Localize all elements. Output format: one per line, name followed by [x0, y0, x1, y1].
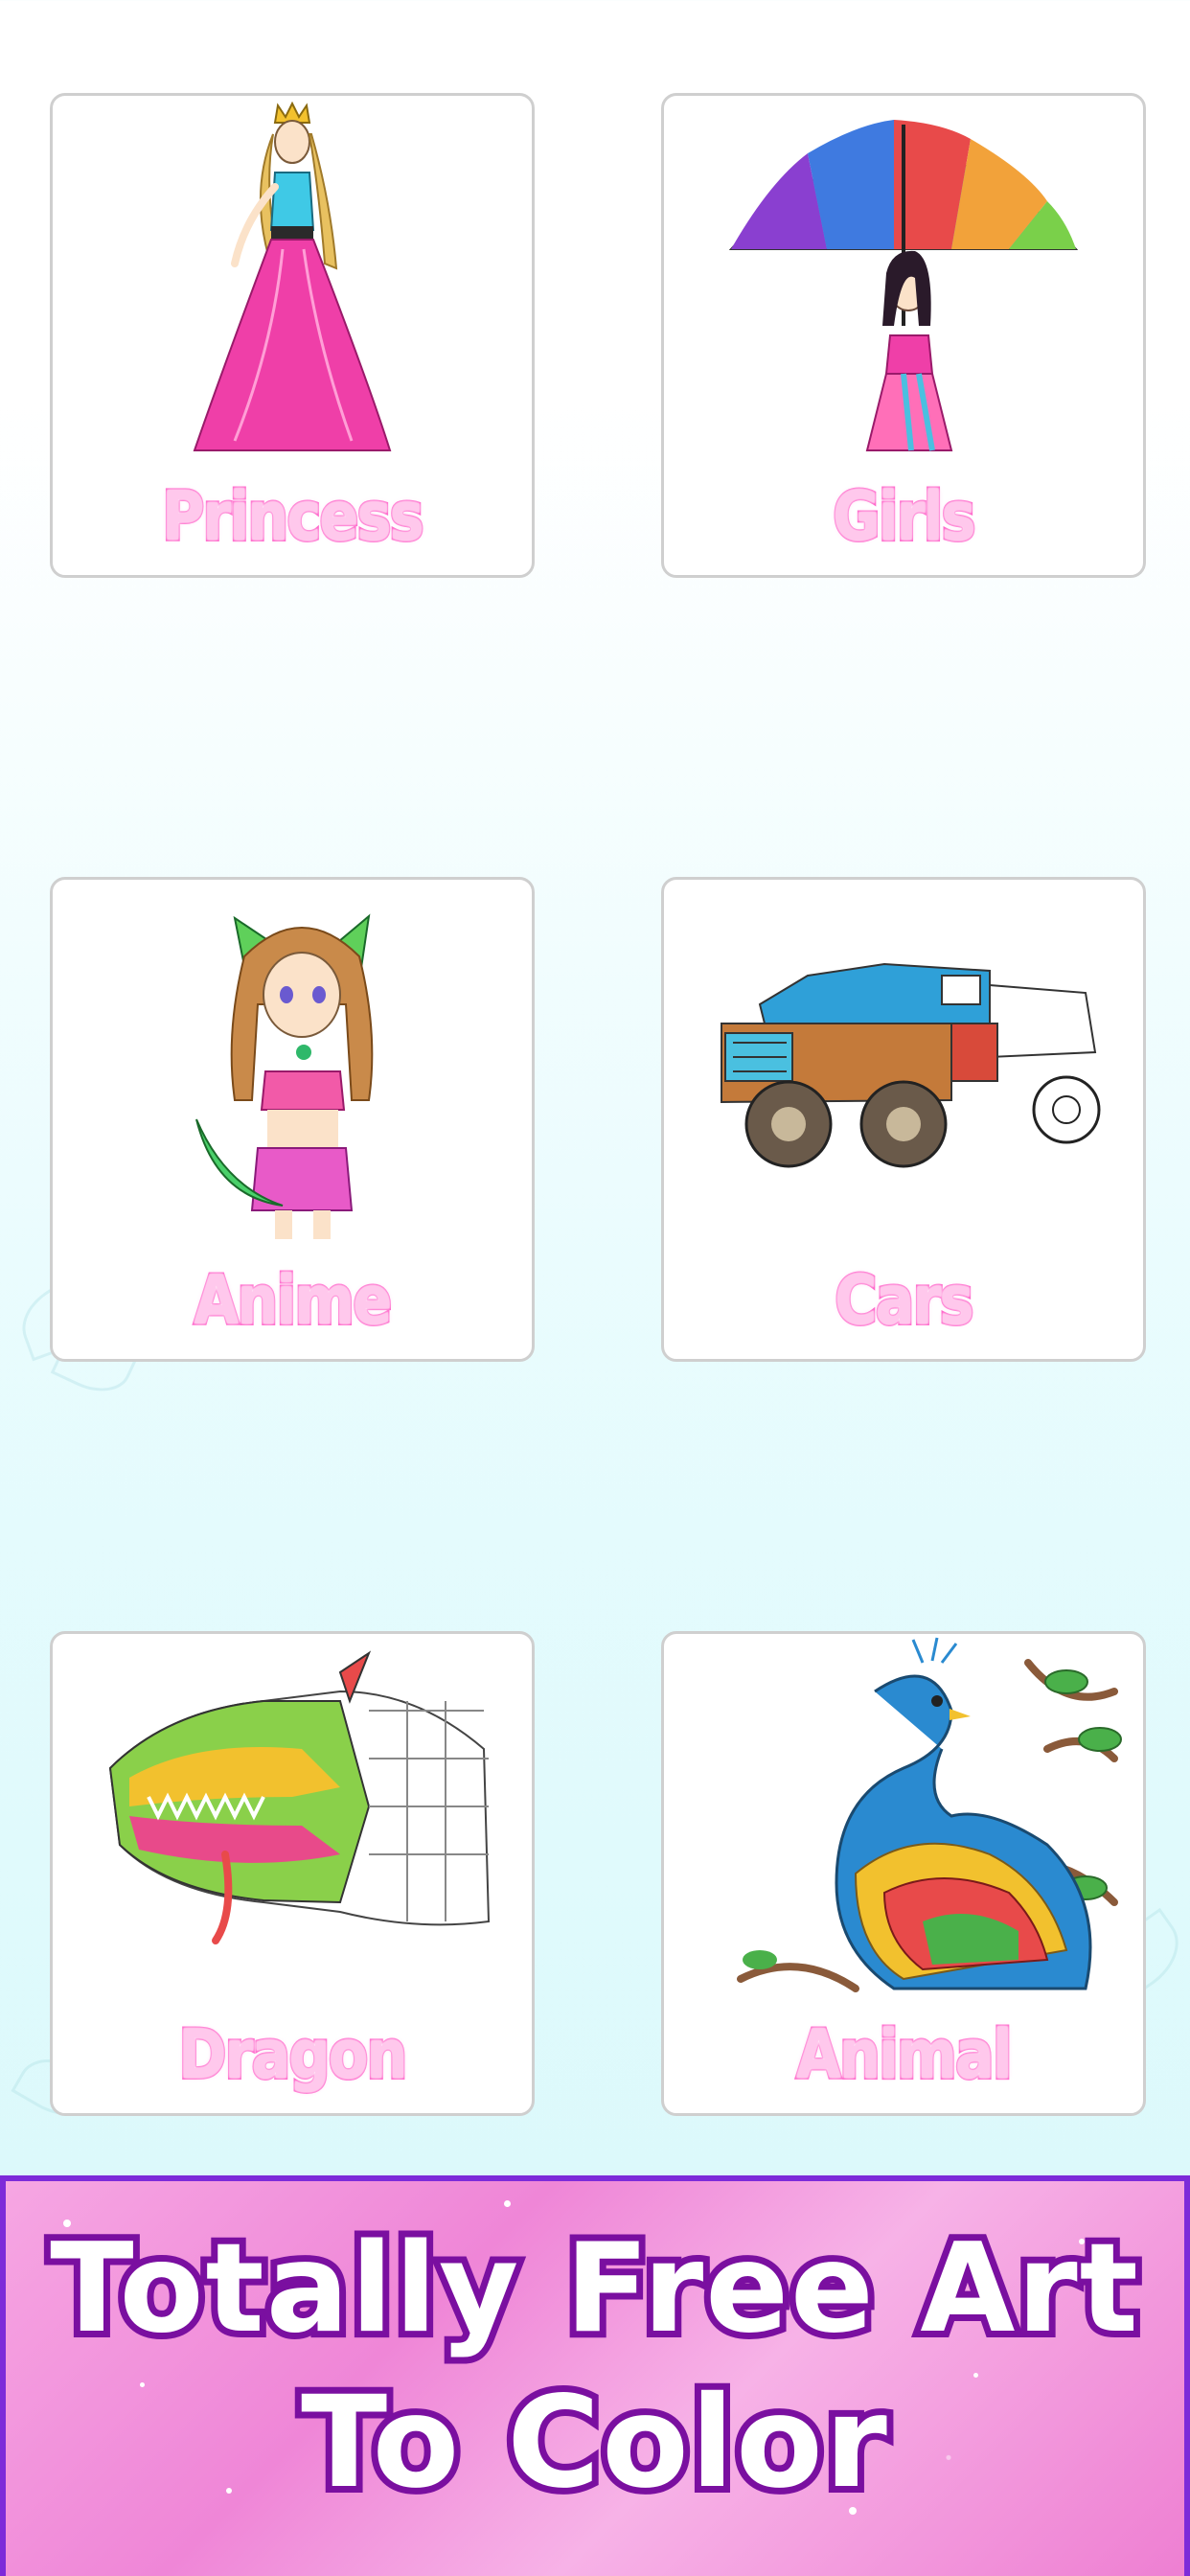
category-label: Dragon [177, 2013, 409, 2096]
glitter-sparkle [504, 2200, 511, 2207]
category-label: Princess [160, 475, 425, 558]
category-label: Anime [193, 1259, 394, 1342]
category-card-anime[interactable]: Anime [50, 877, 535, 1362]
category-label: Girls [831, 475, 977, 558]
category-card-girls[interactable]: Girls [661, 93, 1146, 578]
category-card-cars[interactable]: Cars [661, 877, 1146, 1362]
anime-girl-illustration [195, 913, 374, 1239]
truck-illustration [721, 962, 1101, 1168]
category-card-animal[interactable]: Animal [661, 1631, 1146, 2116]
promo-banner: Totally Free Art To Color [0, 2175, 1190, 2576]
banner-headline-line1: Totally Free Art [43, 2211, 1145, 2367]
girl-umbrella-illustration [728, 120, 1079, 451]
peacock-illustration [737, 1637, 1122, 1992]
category-card-princess[interactable]: Princess [50, 93, 535, 578]
dragon-illustration [108, 1650, 491, 1944]
category-card-dragon[interactable]: Dragon [50, 1631, 535, 2116]
princess-illustration [193, 101, 392, 451]
banner-headline-line2: To Color [294, 2362, 894, 2523]
category-label: Animal [794, 2013, 1014, 2096]
category-label: Cars [834, 1259, 976, 1342]
